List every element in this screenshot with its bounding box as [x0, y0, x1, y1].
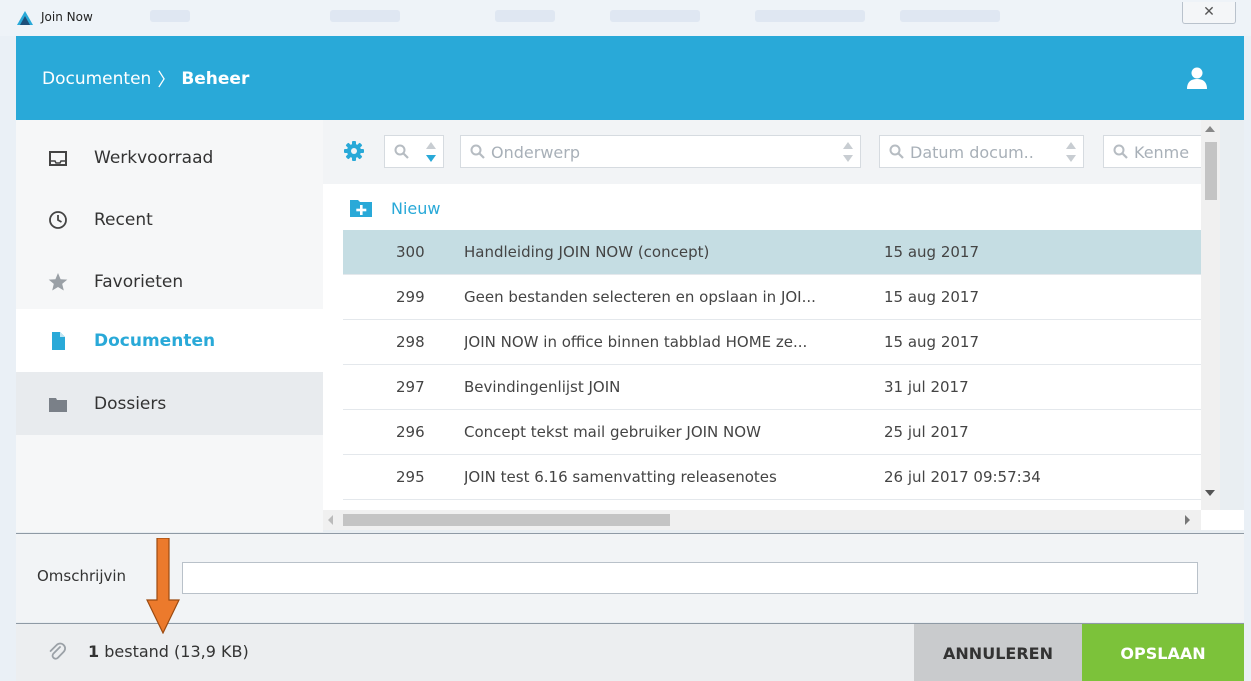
sort-arrows-icon[interactable] — [1065, 140, 1077, 164]
vertical-scrollbar[interactable] — [1201, 120, 1220, 510]
app-header: Documenten 〉 Beheer — [16, 36, 1244, 120]
sidebar: Werkvoorraad Recent Favorieten Documente… — [16, 120, 323, 532]
new-document-button[interactable]: Nieuw — [349, 196, 440, 220]
table-row[interactable]: 298 JOIN NOW in office binnen tabblad HO… — [343, 320, 1201, 365]
star-icon — [48, 273, 68, 291]
row-subject: Geen bestanden selecteren en opslaan in … — [464, 288, 816, 306]
filter-bar: Onderwerp Datum docum.. Kenme — [323, 120, 1201, 184]
breadcrumb: Documenten 〉 Beheer — [42, 66, 249, 92]
breadcrumb-documenten[interactable]: Documenten — [42, 69, 151, 89]
background-decoration — [330, 10, 400, 22]
row-subject: Bevindingenlijst JOIN — [464, 378, 621, 396]
document-rows: 300 Handleiding JOIN NOW (concept) 15 au… — [343, 230, 1201, 500]
annotation-arrow-icon — [146, 538, 180, 634]
row-number: 296 — [396, 423, 425, 441]
background-decoration — [900, 10, 1000, 22]
background-decoration — [610, 10, 700, 22]
join-logo-icon — [17, 11, 33, 25]
row-subject: Concept tekst mail gebruiker JOIN NOW — [464, 423, 761, 441]
table-row[interactable]: 296 Concept tekst mail gebruiker JOIN NO… — [343, 410, 1201, 455]
sidebar-item-favorieten[interactable]: Favorieten — [16, 250, 323, 313]
user-icon[interactable] — [1185, 66, 1209, 90]
folder-icon — [49, 398, 67, 412]
background-decoration — [495, 10, 555, 22]
row-number: 299 — [396, 288, 425, 306]
search-icon — [1113, 144, 1128, 159]
background-decoration — [150, 10, 190, 22]
document-icon — [52, 332, 65, 350]
table-row[interactable]: 297 Bevindingenlijst JOIN 31 jul 2017 — [343, 365, 1201, 410]
row-date: 31 jul 2017 — [884, 378, 969, 396]
document-list-panel: Onderwerp Datum docum.. Kenme Nieuw 300 … — [323, 120, 1201, 530]
row-date: 15 aug 2017 — [884, 333, 980, 351]
scroll-left-arrow[interactable] — [328, 515, 333, 525]
attachment-text: bestand (13,9 KB) — [99, 642, 249, 661]
row-date: 25 jul 2017 — [884, 423, 969, 441]
sidebar-item-label: Favorieten — [94, 272, 184, 292]
attachment-count: 1 — [88, 642, 100, 661]
sidebar-item-label: Recent — [94, 210, 153, 230]
new-document-label: Nieuw — [391, 198, 441, 218]
sidebar-item-label: Documenten — [94, 331, 216, 351]
description-input[interactable] — [182, 562, 1198, 594]
scroll-thumb[interactable] — [343, 514, 670, 526]
sort-arrows-icon[interactable] — [425, 140, 437, 164]
row-subject: JOIN NOW in office binnen tabblad HOME z… — [464, 333, 808, 351]
background-decoration — [755, 10, 865, 22]
filter-number[interactable] — [384, 135, 444, 168]
scroll-thumb[interactable] — [1205, 142, 1217, 200]
description-label: Omschrijvin — [37, 567, 127, 585]
row-date: 26 jul 2017 09:57:34 — [884, 468, 1041, 486]
row-number: 297 — [396, 378, 425, 396]
scroll-down-arrow[interactable] — [1205, 490, 1215, 496]
filter-placeholder: Datum docum.. — [910, 143, 1034, 162]
row-number: 298 — [396, 333, 425, 351]
search-icon — [470, 144, 485, 159]
sidebar-item-label: Werkvoorraad — [94, 148, 214, 168]
sidebar-item-dossiers[interactable]: Dossiers — [16, 372, 323, 435]
description-section: Omschrijvin — [16, 533, 1244, 622]
table-row[interactable]: 299 Geen bestanden selecteren en opslaan… — [343, 275, 1201, 320]
sidebar-item-recent[interactable]: Recent — [16, 188, 323, 251]
filter-onderwerp[interactable]: Onderwerp — [460, 135, 861, 168]
paperclip-icon — [49, 642, 66, 660]
row-date: 15 aug 2017 — [884, 243, 980, 261]
row-subject: JOIN test 6.16 samenvatting releasenotes — [464, 468, 777, 486]
window-frame-right — [1244, 36, 1251, 681]
row-number: 300 — [396, 243, 425, 261]
sort-arrows-icon[interactable] — [842, 140, 854, 164]
cancel-button[interactable]: ANNULEREN — [914, 624, 1082, 681]
scroll-up-arrow[interactable] — [1205, 126, 1215, 132]
sidebar-item-label: Dossiers — [94, 394, 167, 414]
sidebar-item-werkvoorraad[interactable]: Werkvoorraad — [16, 126, 323, 189]
footer-bar: 1 bestand (13,9 KB) ANNULEREN OPSLAAN — [16, 623, 1244, 681]
row-subject: Handleiding JOIN NOW (concept) — [464, 243, 710, 261]
inbox-icon — [49, 151, 67, 166]
clock-icon — [49, 211, 67, 229]
sidebar-item-documenten[interactable]: Documenten — [16, 309, 323, 372]
search-icon — [889, 144, 904, 159]
filter-placeholder: Onderwerp — [491, 143, 580, 162]
gear-icon[interactable] — [344, 141, 364, 161]
attachment-info: 1 bestand (13,9 KB) — [88, 642, 249, 661]
filter-datum[interactable]: Datum docum.. — [879, 135, 1084, 168]
search-icon — [394, 144, 409, 159]
title-bar: Join Now ✕ — [0, 0, 1251, 36]
breadcrumb-beheer: Beheer — [181, 69, 250, 89]
window-frame-left — [0, 36, 16, 681]
row-number: 295 — [396, 468, 425, 486]
row-date: 15 aug 2017 — [884, 288, 980, 306]
breadcrumb-separator: 〉 — [157, 70, 176, 91]
window-close-button[interactable]: ✕ — [1182, 2, 1236, 24]
save-button[interactable]: OPSLAAN — [1082, 624, 1244, 681]
filter-kenmerk[interactable]: Kenme — [1103, 135, 1201, 168]
scroll-right-arrow[interactable] — [1185, 515, 1190, 525]
scrollbar-corner — [1201, 510, 1244, 530]
table-row[interactable]: 300 Handleiding JOIN NOW (concept) 15 au… — [343, 230, 1201, 275]
window-title: Join Now — [41, 10, 93, 24]
folder-plus-icon — [350, 200, 372, 217]
filter-placeholder: Kenme — [1134, 143, 1190, 162]
table-row[interactable]: 295 JOIN test 6.16 samenvatting releasen… — [343, 455, 1201, 500]
horizontal-scrollbar[interactable] — [323, 510, 1201, 530]
